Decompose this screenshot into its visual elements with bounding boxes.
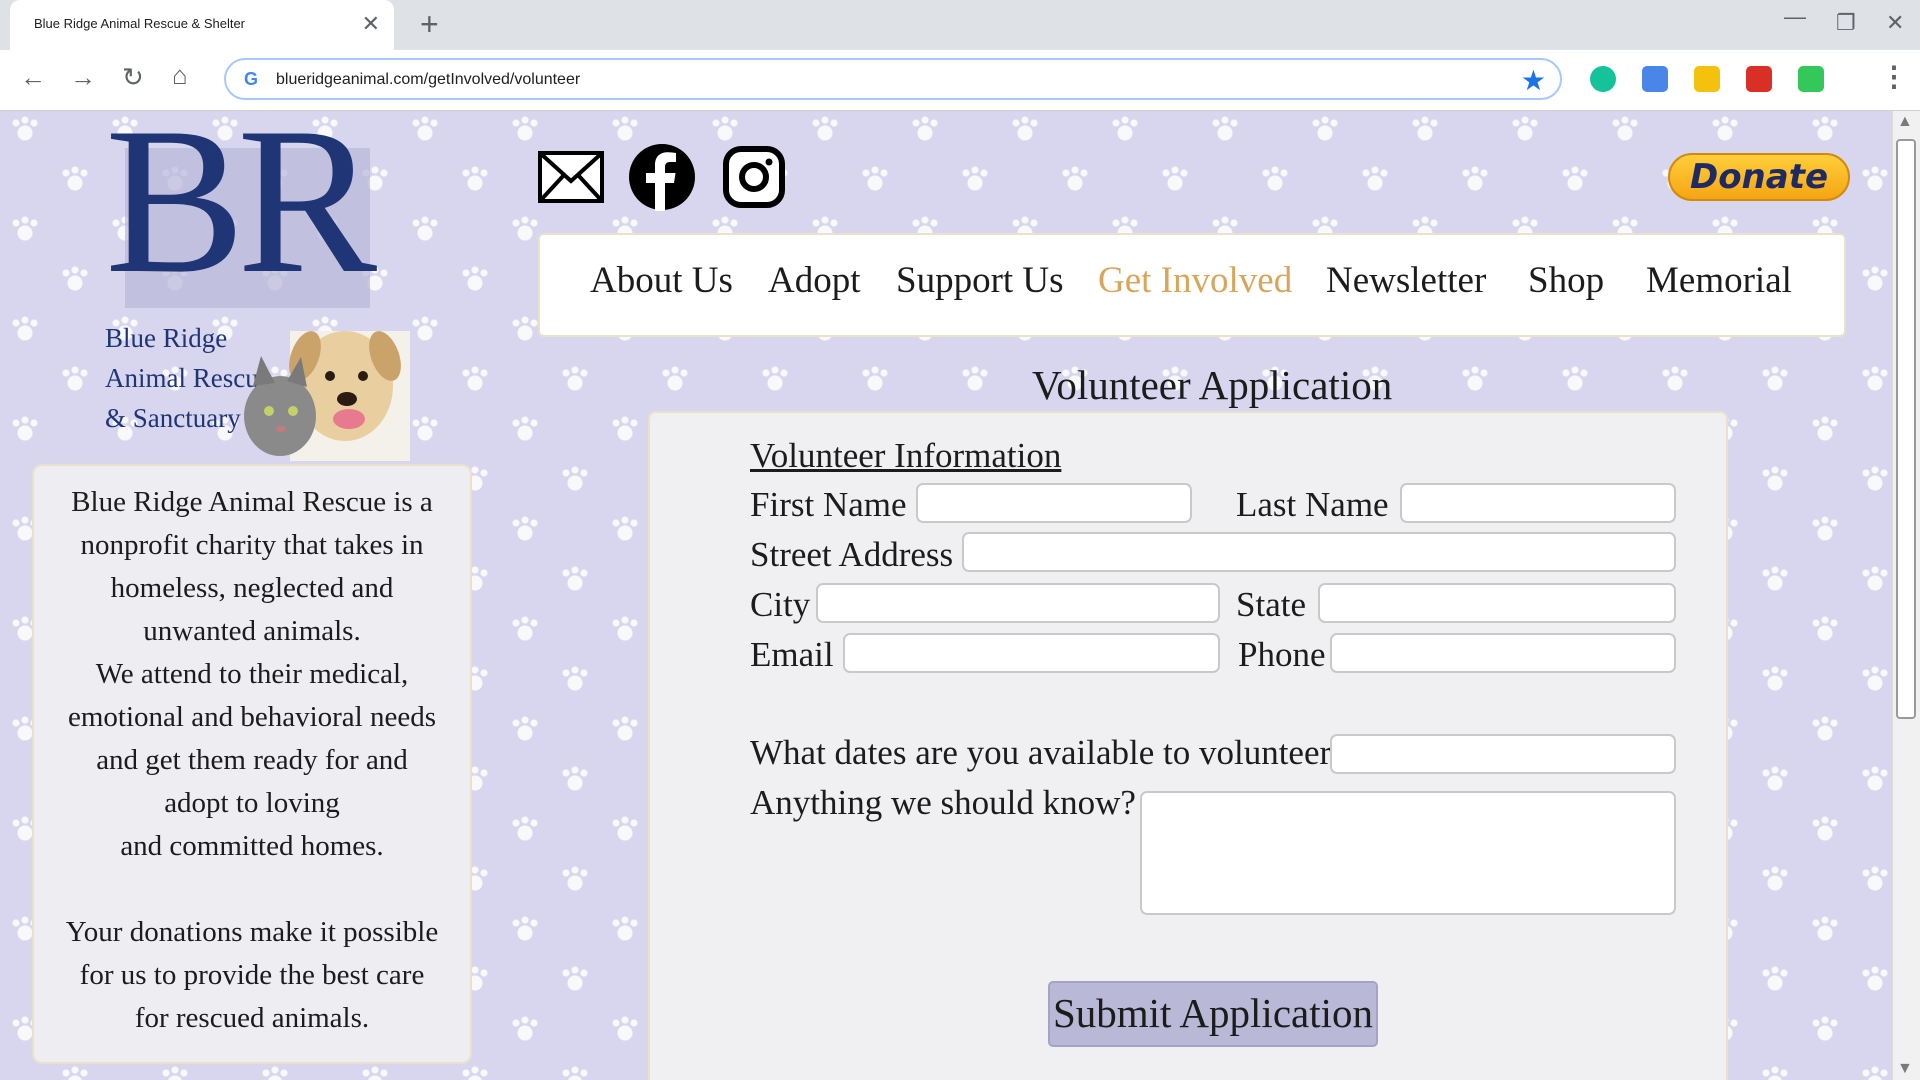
address-bar[interactable]: G blueridgeanimal.com/getInvolved/volunt… [224, 58, 1562, 100]
tab-title: Blue Ridge Animal Rescue & Shelter [34, 16, 246, 31]
browser-tab[interactable]: Blue Ridge Animal Rescue & Shelter ✕ [10, 0, 394, 50]
nav-newsletter[interactable]: Newsletter [1326, 259, 1486, 302]
site-logo[interactable]: BR Blue Ridge Animal Rescue & Sanctuary [95, 111, 425, 461]
nav-support-us[interactable]: Support Us [896, 259, 1064, 302]
form-title: Volunteer Application [1032, 362, 1393, 408]
browser-tabstrip: Blue Ridge Animal Rescue & Shelter ✕ + —… [0, 0, 1920, 50]
back-icon[interactable]: ← [20, 62, 46, 93]
instagram-icon[interactable] [722, 145, 786, 209]
last-name-label: Last Name [1236, 485, 1389, 524]
intro-line: and committed homes. [120, 830, 384, 862]
nav-about-us[interactable]: About Us [590, 259, 733, 302]
nav-shop[interactable]: Shop [1528, 259, 1604, 302]
cat-and-dog-image [244, 331, 410, 461]
street-address-input[interactable] [962, 532, 1676, 572]
street-address-label: Street Address [750, 535, 954, 574]
intro-line: Your donations make it possible [65, 916, 439, 948]
intro-line: nonprofit charity that takes in [80, 529, 424, 561]
bookmark-star-icon[interactable]: ★ [1521, 64, 1546, 97]
section-heading: Volunteer Information [750, 436, 1062, 475]
intro-line: for us to provide the best care [79, 959, 425, 991]
grammarly-icon[interactable] [1590, 66, 1616, 92]
dates-question-label: What dates are you available to voluntee… [750, 733, 1347, 772]
translate-icon[interactable] [1642, 66, 1668, 92]
city-input[interactable] [816, 583, 1220, 623]
notes-textarea[interactable] [1140, 791, 1676, 915]
intro-box: Blue Ridge Animal Rescue is a nonprofit … [32, 464, 472, 1064]
extension-2048-icon[interactable] [1694, 66, 1720, 92]
reload-icon[interactable]: ↻ [122, 62, 144, 93]
google-icon: G [243, 69, 258, 89]
scrollbar-thumb[interactable] [1896, 139, 1916, 719]
restore-icon[interactable]: ❐ [1836, 10, 1856, 36]
nav-adopt[interactable]: Adopt [768, 259, 861, 302]
phone-label: Phone [1238, 635, 1326, 674]
dates-input[interactable] [1330, 734, 1676, 774]
scroll-up-icon[interactable]: ▲ [1897, 113, 1913, 131]
email-icon[interactable] [538, 151, 604, 203]
intro-line: for rescued animals. [134, 1002, 370, 1034]
window-close-icon[interactable]: ✕ [1886, 10, 1904, 36]
bookmark-extension-icon[interactable] [1746, 66, 1772, 92]
nav-get-involved[interactable]: Get Involved [1098, 259, 1292, 302]
last-name-input[interactable] [1400, 483, 1676, 523]
intro-line: We attend to their medical, [95, 658, 409, 690]
home-icon[interactable]: ⌂ [172, 60, 188, 91]
logo-letters: BR [105, 111, 377, 317]
email-input[interactable] [843, 633, 1220, 673]
notes-question-label: Anything we should know? [750, 783, 1136, 822]
tab-close-icon[interactable]: ✕ [362, 11, 380, 37]
first-name-input[interactable] [916, 483, 1192, 523]
logo-line-1: Blue Ridge [105, 323, 228, 353]
donate-button[interactable]: Donate [1668, 153, 1850, 201]
page-scrollbar[interactable]: ▲ ▼ [1892, 111, 1920, 1080]
nav-memorial[interactable]: Memorial [1646, 259, 1792, 302]
phone-input[interactable] [1330, 633, 1676, 673]
url-text[interactable]: blueridgeanimal.com/getInvolved/voluntee… [276, 71, 580, 89]
intro-line: Blue Ridge Animal Rescue is a [71, 486, 433, 518]
intro-paragraph-2: Your donations make it possible for us t… [52, 911, 452, 1040]
browser-menu-icon[interactable]: ⋮ [1880, 60, 1908, 93]
intro-paragraph-1: Blue Ridge Animal Rescue is a nonprofit … [52, 481, 452, 868]
state-input[interactable] [1318, 583, 1676, 623]
city-label: City [750, 585, 811, 624]
minimize-icon[interactable]: — [1784, 4, 1806, 30]
intro-line: emotional and behavioral needs [67, 701, 436, 733]
intro-line: homeless, neglected and [110, 572, 394, 604]
first-name-label: First Name [750, 485, 907, 524]
new-tab-icon[interactable]: + [420, 6, 439, 43]
forward-icon[interactable]: → [70, 62, 96, 93]
state-label: State [1236, 585, 1306, 624]
intro-line: and get them ready for and [96, 744, 408, 776]
submit-application-button[interactable]: Submit Application [1048, 981, 1378, 1047]
facebook-icon[interactable] [628, 143, 696, 211]
main-nav: About Us Adopt Support Us Get Involved N… [538, 233, 1846, 337]
intro-line: unwanted animals. [143, 615, 361, 647]
email-label: Email [750, 635, 834, 674]
scroll-down-icon[interactable]: ▼ [1897, 1060, 1913, 1078]
checklist-extension-icon[interactable] [1798, 66, 1824, 92]
browser-toolbar: ← → ↻ ⌂ G blueridgeanimal.com/getInvolve… [0, 50, 1920, 111]
logo-line-3: & Sanctuary [105, 403, 241, 433]
page-content: BR Blue Ridge Animal Rescue & Sanctuary … [0, 111, 1892, 1080]
intro-line: adopt to loving [164, 787, 340, 819]
